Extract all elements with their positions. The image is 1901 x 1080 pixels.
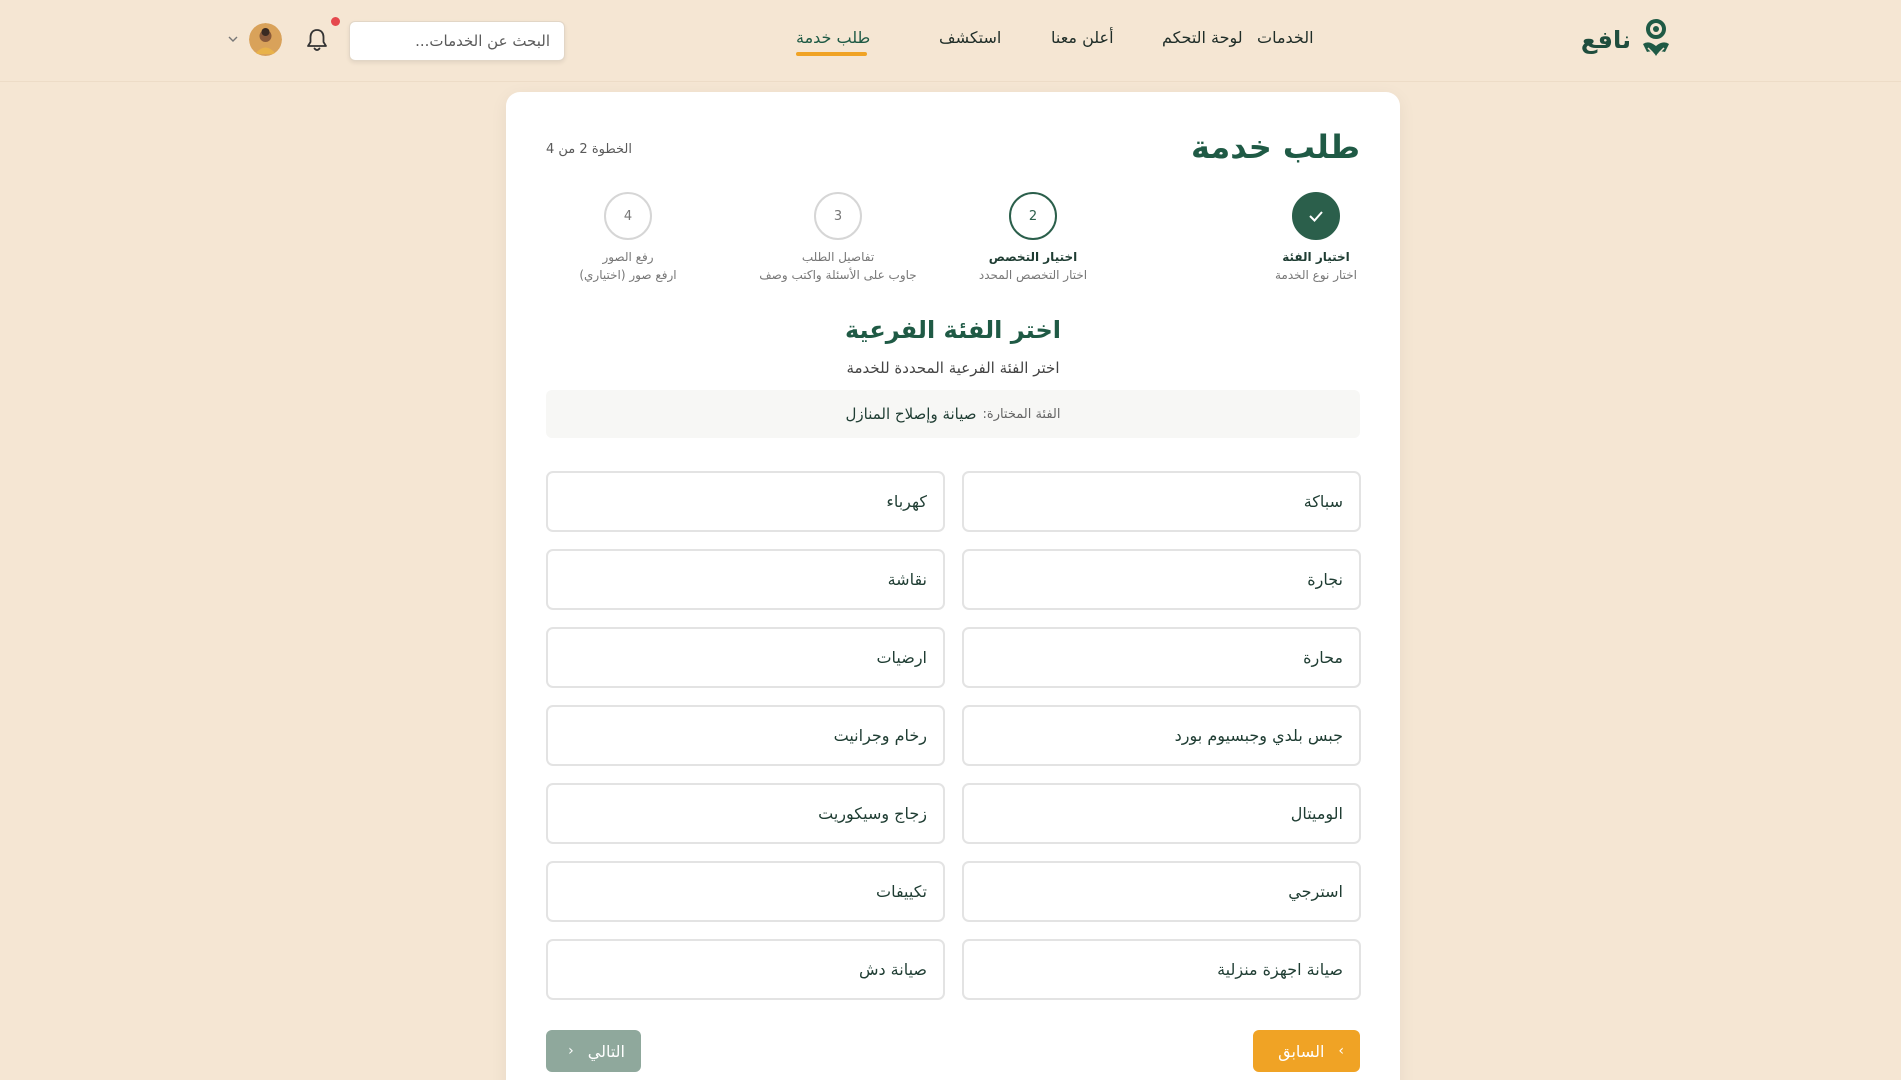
step-title: اختيار التخصص bbox=[988, 250, 1078, 264]
logo-text: نافع bbox=[1580, 26, 1631, 54]
step-title: تفاصيل الطلب bbox=[801, 250, 875, 264]
bell-icon[interactable] bbox=[305, 27, 329, 53]
option-aluminum[interactable]: الوميتال bbox=[962, 783, 1361, 844]
option-air-conditioning[interactable]: تكييفات bbox=[546, 861, 945, 922]
nav-dashboard[interactable]: لوحة التحكم bbox=[1162, 28, 1243, 47]
step-subtitle: ارفع صور (اختياري) bbox=[579, 268, 677, 282]
logo[interactable]: نافع bbox=[1581, 18, 1673, 62]
page-title: طلب خدمة bbox=[1191, 128, 1360, 166]
stepper: اختيار الفئة اختار نوع الخدمة 2 اختيار ا… bbox=[506, 192, 1400, 292]
step-number: 2 bbox=[1009, 192, 1057, 240]
step-subtitle: اختار نوع الخدمة bbox=[1274, 268, 1358, 282]
chevron-down-icon[interactable] bbox=[227, 33, 239, 45]
step-counter: الخطوة 2 من 4 bbox=[546, 142, 632, 157]
option-electricity[interactable]: كهرباء bbox=[546, 471, 945, 532]
step-number: 4 bbox=[604, 192, 652, 240]
selected-category-label: الفئة المختارة: bbox=[982, 406, 1061, 422]
nav-request-service[interactable]: طلب خدمة bbox=[796, 28, 870, 47]
step-details: 3 تفاصيل الطلب جاوب على الأسئلة واكتب وص… bbox=[733, 192, 943, 282]
next-button[interactable]: التالي ‹ bbox=[546, 1030, 641, 1072]
check-icon bbox=[1292, 192, 1340, 240]
option-gypsum[interactable]: جبس بلدي وجبسيوم بورد bbox=[962, 705, 1361, 766]
search-input[interactable] bbox=[349, 21, 565, 61]
option-carpentry[interactable]: نجارة bbox=[962, 549, 1361, 610]
section-subtitle: اختر الفئة الفرعية المحددة للخدمة bbox=[846, 359, 1060, 377]
nav-advertise[interactable]: أعلن معنا bbox=[1051, 28, 1114, 47]
nav-explore[interactable]: استكشف bbox=[939, 28, 1001, 47]
step-category: اختيار الفئة اختار نوع الخدمة bbox=[1232, 192, 1400, 282]
step-specialty: 2 اختيار التخصص اختار التخصص المحدد bbox=[963, 192, 1103, 282]
option-marble-granite[interactable]: رخام وجرانيت bbox=[546, 705, 945, 766]
notification-dot bbox=[331, 17, 340, 26]
option-flooring[interactable]: ارضيات bbox=[546, 627, 945, 688]
step-photos: 4 رفع الصور ارفع صور (اختياري) bbox=[563, 192, 693, 282]
avatar-image bbox=[249, 23, 282, 56]
selected-category-value: صيانة وإصلاح المنازل bbox=[845, 405, 977, 423]
avatar[interactable] bbox=[249, 23, 282, 56]
nav-services[interactable]: الخدمات bbox=[1257, 28, 1314, 47]
chevron-right-icon: › bbox=[1338, 1043, 1344, 1059]
option-plumbing[interactable]: سباكة bbox=[962, 471, 1361, 532]
option-plastering[interactable]: محارة bbox=[962, 627, 1361, 688]
chevron-left-icon: ‹ bbox=[568, 1043, 574, 1059]
option-glass-securit[interactable]: زجاج وسيكوريت bbox=[546, 783, 945, 844]
active-nav-indicator bbox=[796, 52, 867, 56]
option-painting[interactable]: نقاشة bbox=[546, 549, 945, 610]
option-metalwork[interactable]: استرجي bbox=[962, 861, 1361, 922]
previous-button[interactable]: › السابق bbox=[1253, 1030, 1360, 1072]
request-service-card: طلب خدمة الخطوة 2 من 4 اختيار الفئة اختا… bbox=[506, 92, 1400, 1080]
step-subtitle: جاوب على الأسئلة واكتب وصف bbox=[759, 268, 917, 282]
section-title: اختر الفئة الفرعية bbox=[844, 316, 1061, 344]
option-satellite-maintenance[interactable]: صيانة دش bbox=[546, 939, 945, 1000]
previous-button-label: السابق bbox=[1278, 1041, 1325, 1061]
selected-category-box: الفئة المختارة: صيانة وإصلاح المنازل bbox=[546, 390, 1360, 438]
step-subtitle: اختار التخصص المحدد bbox=[978, 268, 1088, 282]
subcategory-grid: سباكة كهرباء نجارة نقاشة محارة ارضيات جب… bbox=[546, 471, 1361, 1000]
step-title: رفع الصور bbox=[602, 250, 654, 264]
next-button-label: التالي bbox=[587, 1041, 625, 1061]
option-appliance-maintenance[interactable]: صيانة اجهزة منزلية bbox=[962, 939, 1361, 1000]
logo-icon bbox=[1643, 19, 1669, 56]
top-header: نافع الخدمات لوحة التحكم أعلن معنا استكش… bbox=[0, 0, 1901, 82]
step-number: 3 bbox=[814, 192, 862, 240]
step-title: اختيار الفئة bbox=[1282, 250, 1350, 264]
